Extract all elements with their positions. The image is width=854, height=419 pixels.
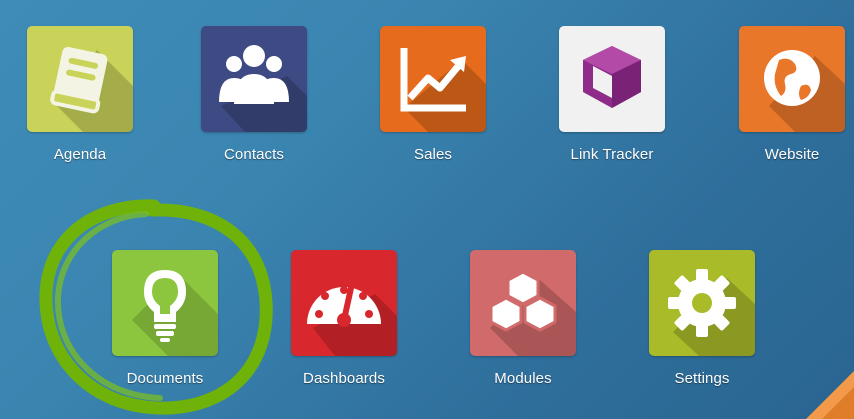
app-agenda[interactable]: Agenda — [20, 26, 140, 163]
link-tracker-cube-icon[interactable] — [559, 26, 665, 132]
sales-chart-icon[interactable] — [380, 26, 486, 132]
app-contacts[interactable]: Contacts — [194, 26, 314, 163]
modules-cubes-icon[interactable] — [470, 250, 576, 356]
app-label: Modules — [494, 370, 552, 387]
app-documents[interactable]: Documents — [105, 250, 225, 387]
app-launcher: Agenda Contacts Sales Link Tracker Websi… — [0, 0, 854, 419]
app-sales[interactable]: Sales — [373, 26, 493, 163]
dashboards-gauge-icon[interactable] — [291, 250, 397, 356]
app-label: Website — [764, 146, 820, 163]
website-globe-icon[interactable] — [739, 26, 845, 132]
app-label: Dashboards — [303, 370, 385, 387]
app-label: Sales — [413, 146, 453, 163]
app-label: Documents — [126, 370, 204, 387]
app-settings[interactable]: Settings — [642, 250, 762, 387]
app-link-tracker[interactable]: Link Tracker — [552, 26, 672, 163]
app-modules[interactable]: Modules — [463, 250, 583, 387]
app-dashboards[interactable]: Dashboards — [284, 250, 404, 387]
app-label: Link Tracker — [570, 146, 654, 163]
agenda-book-icon[interactable] — [27, 26, 133, 132]
app-website[interactable]: Website — [732, 26, 852, 163]
documents-lightbulb-icon[interactable] — [112, 250, 218, 356]
corner-decoration — [806, 371, 854, 419]
settings-gear-icon[interactable] — [649, 250, 755, 356]
app-label: Contacts — [224, 146, 284, 163]
contacts-people-icon[interactable] — [201, 26, 307, 132]
app-label: Agenda — [53, 146, 107, 163]
app-label: Settings — [674, 370, 730, 387]
